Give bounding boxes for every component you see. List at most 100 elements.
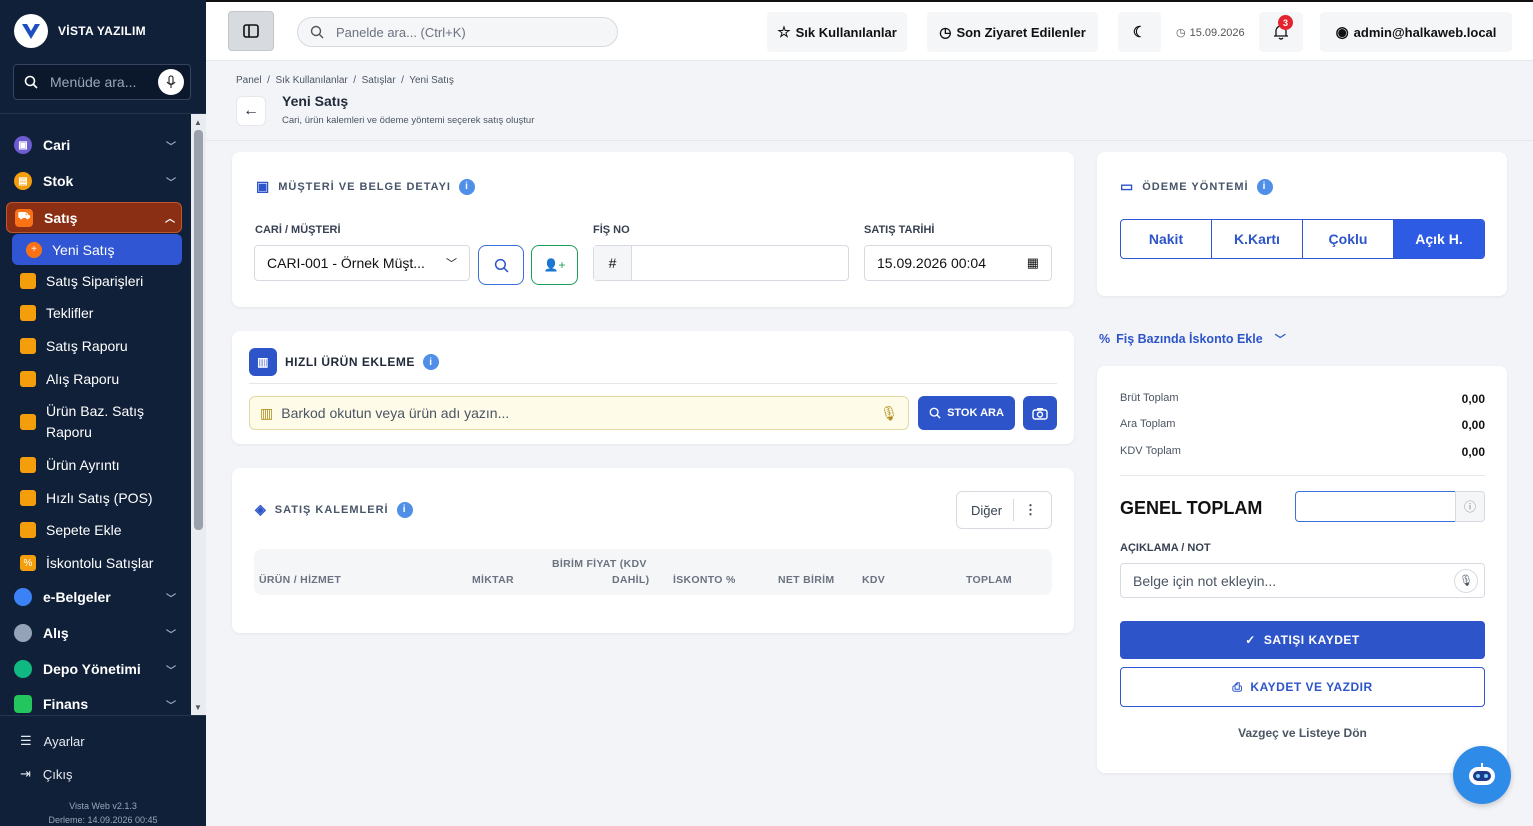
- version-text: Vista Web v2.1.3: [69, 801, 137, 811]
- scroll-thumb[interactable]: [194, 130, 203, 530]
- settings-label: Ayarlar: [43, 733, 85, 749]
- favorites-button[interactable]: ☆ Sık Kullanılanlar: [767, 12, 907, 52]
- th-birim-fiyat: BİRİM FİYAT (KDV: [552, 558, 647, 570]
- save-print-button[interactable]: ⎙ KAYDET VE YAZDIR: [1120, 667, 1485, 707]
- sidebar-item-satis-siparisleri[interactable]: Satış Siparişleri: [6, 266, 182, 296]
- truck-icon: [14, 624, 32, 642]
- sidebar-item-e-belgeler[interactable]: e-Belgeler ﹀: [6, 583, 182, 611]
- divider: [0, 113, 206, 114]
- recent-button[interactable]: ◷ Son Ziyaret Edilenler: [927, 12, 1098, 52]
- camera-button[interactable]: [1023, 396, 1057, 430]
- sidebar-item-finans[interactable]: Finans ﹀: [6, 690, 182, 718]
- chevron-down-icon: ﹀: [166, 665, 176, 677]
- sidebar-item-satis[interactable]: ⛟ Satış ︿: [6, 202, 182, 233]
- sidebar-toggle-button[interactable]: [228, 11, 274, 51]
- sidebar-scrollbar[interactable]: ▲ ▼: [191, 114, 206, 715]
- settings-link[interactable]: ☰ Ayarlar: [20, 733, 85, 749]
- sidebar-item-cari[interactable]: ▣ Cari ﹀: [6, 131, 182, 159]
- payment-option-coklu[interactable]: Çoklu: [1303, 220, 1394, 258]
- sidebar-item-hizli-satis[interactable]: Hızlı Satış (POS): [6, 483, 182, 513]
- other-dropdown-button[interactable]: Diğer ⋮: [956, 491, 1052, 529]
- user-plus-icon: 👤+: [543, 258, 566, 272]
- brand[interactable]: VİSTA YAZILIM: [14, 14, 146, 48]
- add-cari-button[interactable]: 👤+: [531, 245, 578, 285]
- printer-icon: ⎙: [1232, 679, 1243, 694]
- date-display: ◷ 15.09.2026: [1176, 26, 1245, 40]
- search-cari-button[interactable]: [478, 245, 524, 285]
- info-icon[interactable]: i: [396, 501, 413, 518]
- grand-total-input[interactable]: [1295, 491, 1456, 522]
- sidebar-item-urun-baz-satis-raporu[interactable]: Ürün Baz. Satış Raporu: [6, 400, 182, 444]
- payment-option-acik-hesap[interactable]: Açık H.: [1394, 220, 1484, 258]
- search-icon: [24, 75, 38, 89]
- back-button[interactable]: ←: [236, 96, 266, 126]
- sidebar-item-label: Stok: [43, 173, 74, 189]
- sale-date-input[interactable]: 15.09.2026 00:04 ▦: [864, 245, 1052, 281]
- chatbot-button[interactable]: [1453, 746, 1511, 804]
- sidebar-item-yeni-satis[interactable]: + Yeni Satış: [12, 234, 182, 265]
- sidebar-item-iskontolu-satislar[interactable]: % İskontolu Satışlar: [6, 548, 182, 578]
- notifications-button[interactable]: 3: [1259, 12, 1303, 52]
- payment-option-nakit[interactable]: Nakit: [1121, 220, 1212, 258]
- barcode-input[interactable]: ▥ Barkod okutun veya ürün adı yazın... 🎙: [249, 396, 909, 430]
- user-menu-button[interactable]: ◉ admin@halkaweb.local: [1320, 12, 1512, 52]
- sidebar-item-label: Satış Raporu: [46, 338, 128, 354]
- fis-no-input[interactable]: #: [593, 245, 849, 281]
- items-title: ◈ SATIŞ KALEMLERİ i: [255, 501, 413, 518]
- th-iskonto: İSKONTO %: [673, 574, 736, 586]
- ara-row: Ara Toplam 0,00: [1120, 418, 1485, 432]
- stock-search-button[interactable]: STOK ARA: [918, 396, 1015, 430]
- info-icon[interactable]: i: [422, 354, 439, 370]
- panel-search-input[interactable]: Panelde ara... (Ctrl+K): [297, 17, 618, 47]
- fis-label: FİŞ NO: [593, 224, 630, 236]
- sidebar: VİSTA YAZILIM Menüde ara... ▣ Cari ﹀ ▤ S…: [0, 0, 206, 826]
- date-label: SATIŞ TARİHİ: [864, 224, 935, 236]
- th-birim-fiyat-2: DAHİL): [612, 574, 650, 586]
- hash-prefix: #: [594, 246, 632, 280]
- brut-row: Brüt Toplam 0,00: [1120, 392, 1485, 406]
- sidebar-item-label: Ürün Baz. Satış Raporu: [46, 401, 144, 443]
- sidebar-item-label: Depo Yönetimi: [43, 661, 141, 677]
- receipt-discount-link[interactable]: % Fiş Bazında İskonto Ekle ﹀: [1099, 331, 1286, 347]
- cart-icon: ⛟: [15, 208, 33, 227]
- cari-value: CARI-001 - Örnek Müşt...: [267, 255, 425, 271]
- sidebar-item-satis-raporu[interactable]: Satış Raporu: [6, 331, 182, 361]
- cart-icon: [20, 522, 36, 538]
- cancel-link[interactable]: Vazgeç ve Listeye Dön: [1120, 726, 1485, 740]
- divider: [1012, 499, 1014, 521]
- sidebar-item-depo[interactable]: Depo Yönetimi ﹀: [6, 655, 182, 683]
- cari-label: CARİ / MÜŞTERİ: [255, 224, 341, 236]
- search-icon: [494, 258, 508, 272]
- info-icon[interactable]: i: [458, 178, 475, 195]
- info-icon[interactable]: ⓘ: [1455, 491, 1485, 522]
- user-icon: ◉: [1335, 24, 1349, 41]
- mic-icon[interactable]: 🎙: [880, 405, 898, 422]
- sidebar-item-teklifler[interactable]: Teklifler: [6, 298, 182, 328]
- sidebar-item-stok[interactable]: ▤ Stok ﹀: [6, 167, 182, 195]
- theme-toggle-button[interactable]: ☾: [1118, 12, 1161, 52]
- scroll-down-icon[interactable]: ▼: [194, 703, 202, 712]
- logout-link[interactable]: ⇥ Çıkış: [20, 766, 73, 782]
- payment-option-kkarti[interactable]: K.Kartı: [1212, 220, 1303, 258]
- cari-select[interactable]: CARI-001 - Örnek Müşt... ﹀: [254, 245, 470, 281]
- scroll-up-icon[interactable]: ▲: [194, 118, 202, 127]
- save-sale-button[interactable]: ✓ SATIŞI KAYDET: [1120, 621, 1485, 659]
- sidebar-item-urun-ayrinti[interactable]: Ürün Ayrıntı: [6, 450, 182, 480]
- mic-icon[interactable]: 🎙: [1454, 568, 1478, 593]
- customer-card-title: ▣ MÜŞTERİ VE BELGE DETAYI i: [256, 178, 475, 195]
- calendar-icon[interactable]: ▦: [1027, 255, 1039, 271]
- menu-search-input[interactable]: Menüde ara...: [13, 64, 191, 100]
- sidebar-item-alis-raporu[interactable]: Alış Raporu: [6, 364, 182, 394]
- topbar: Panelde ara... (Ctrl+K) ☆ Sık Kullanılan…: [206, 0, 1533, 61]
- card-title-text: ÖDEME YÖNTEMİ: [1142, 180, 1249, 193]
- mic-icon[interactable]: [158, 69, 184, 95]
- star-icon: ☆: [777, 24, 791, 41]
- sidebar-item-alis[interactable]: Alış ﹀: [6, 619, 182, 647]
- info-icon[interactable]: i: [1256, 178, 1273, 195]
- sidebar-item-sepete-ekle[interactable]: Sepete Ekle: [6, 515, 182, 545]
- warehouse-icon: [14, 660, 32, 678]
- other-label: Diğer: [971, 502, 1003, 518]
- ara-label: Ara Toplam: [1120, 418, 1176, 430]
- box-icon: ▤: [14, 172, 32, 190]
- note-input[interactable]: Belge için not ekleyin... 🎙: [1120, 563, 1485, 598]
